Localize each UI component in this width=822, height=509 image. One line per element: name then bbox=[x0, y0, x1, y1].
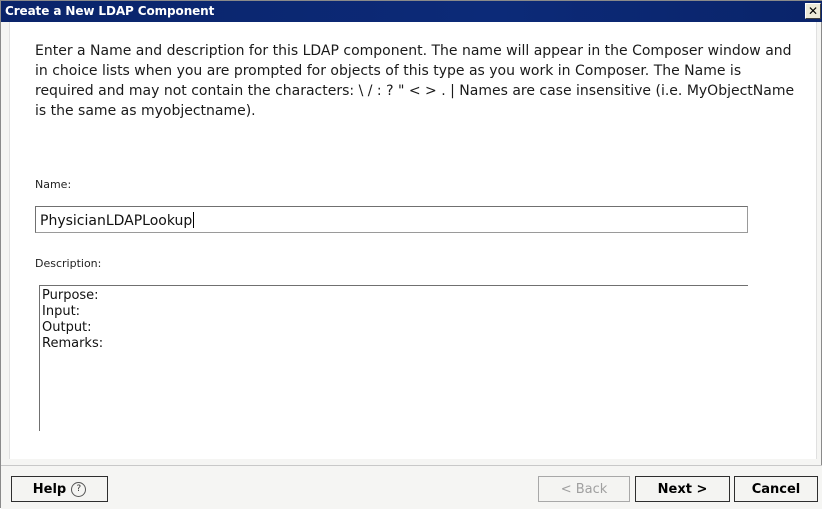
name-label: Name: bbox=[35, 178, 72, 191]
help-button-label: Help bbox=[32, 481, 67, 497]
back-button[interactable]: < Back bbox=[538, 476, 630, 502]
intro-text: Enter a Name and description for this LD… bbox=[35, 43, 795, 119]
description-line-remarks: Remarks: bbox=[42, 336, 104, 351]
description-line-purpose: Purpose: bbox=[42, 288, 99, 303]
text-caret bbox=[193, 212, 195, 228]
description-label: Description: bbox=[35, 257, 102, 270]
dialog-window: Create a New LDAP Component ✕ Enter a Na… bbox=[0, 0, 822, 509]
description-textarea[interactable]: Purpose: Input: Output: Remarks: bbox=[39, 285, 748, 431]
name-input[interactable]: PhysicianLDAPLookup bbox=[35, 206, 748, 233]
close-icon: ✕ bbox=[807, 4, 819, 18]
back-button-label: < Back bbox=[560, 481, 608, 497]
next-button-label: Next > bbox=[657, 481, 708, 497]
name-input-value: PhysicianLDAPLookup bbox=[40, 213, 193, 229]
cancel-button[interactable]: Cancel bbox=[734, 476, 818, 502]
help-button[interactable]: Help ? bbox=[11, 476, 108, 502]
next-button[interactable]: Next > bbox=[635, 476, 730, 502]
question-circle-icon: ? bbox=[71, 481, 87, 497]
cancel-button-label: Cancel bbox=[751, 481, 801, 497]
window-title: Create a New LDAP Component bbox=[5, 4, 215, 18]
close-button[interactable]: ✕ bbox=[805, 3, 821, 19]
title-bar[interactable]: Create a New LDAP Component ✕ bbox=[1, 1, 822, 22]
description-line-input: Input: bbox=[42, 304, 81, 319]
description-line-output: Output: bbox=[42, 320, 92, 335]
